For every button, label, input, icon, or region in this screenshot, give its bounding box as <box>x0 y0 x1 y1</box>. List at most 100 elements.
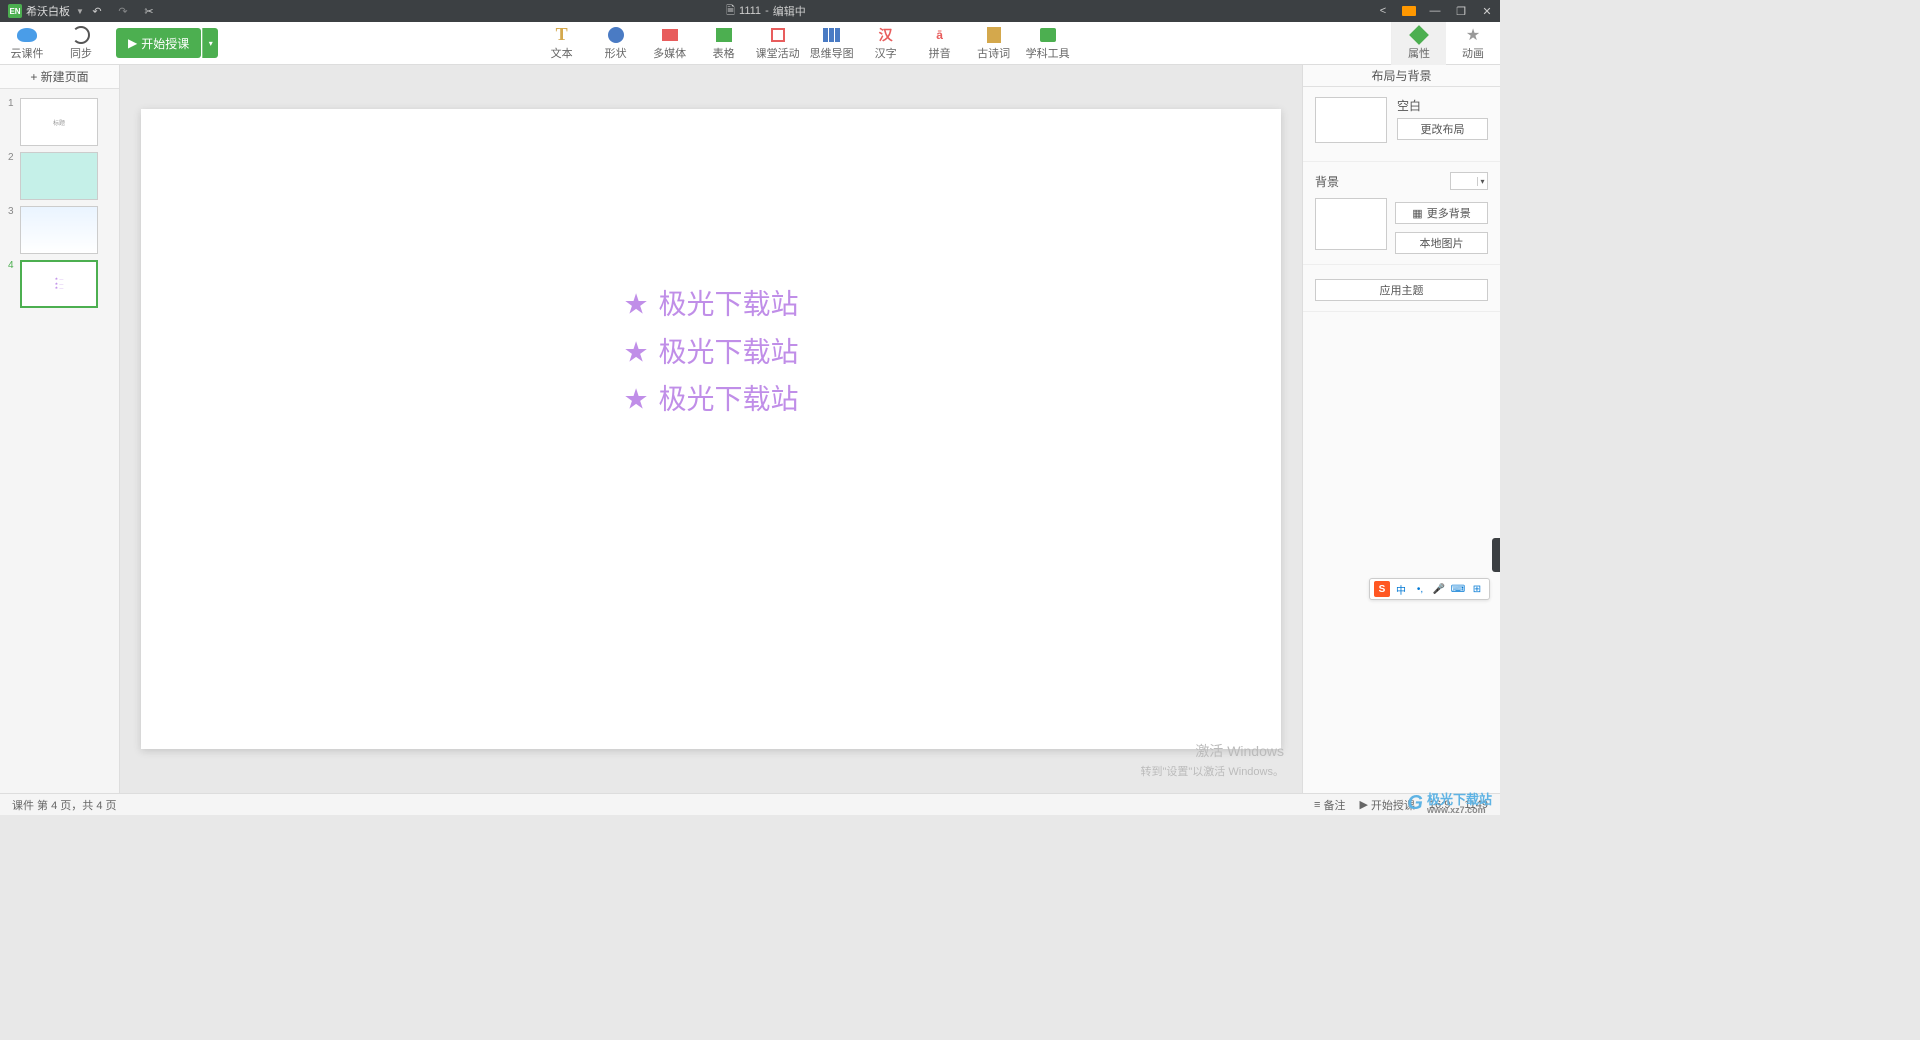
main-area: + 新建页面 1 标题 2 3 4 ★ —★ —★ — ★ <box>0 65 1500 793</box>
table-tool[interactable]: 表格 <box>697 22 751 65</box>
layout-name: 空白 <box>1397 97 1488 114</box>
mindmap-icon <box>823 28 841 42</box>
mindmap-label: 思维导图 <box>810 45 854 61</box>
properties-tab[interactable]: 属性 <box>1392 22 1446 65</box>
brand-name: 极光下载站 <box>1427 793 1492 806</box>
slide-preview <box>20 206 98 254</box>
slide-list: 1 标题 2 3 4 ★ —★ —★ — <box>0 89 119 793</box>
plus-icon: + <box>30 70 40 84</box>
hanzi-icon: 汉 <box>876 26 896 44</box>
sync-label: 同步 <box>70 45 92 61</box>
layout-section: 空白 更改布局 <box>1303 87 1500 162</box>
slide-canvas[interactable]: ★极光下载站 ★极光下载站 ★极光下载站 <box>141 109 1281 749</box>
slide-thumbnail-2[interactable]: 2 <box>0 149 119 203</box>
animation-icon: ★ <box>1463 26 1483 44</box>
new-page-button[interactable]: + 新建页面 <box>0 65 119 89</box>
chevron-down-icon: ▾ <box>1477 177 1487 186</box>
table-label: 表格 <box>713 45 735 61</box>
background-label: 背景 <box>1315 173 1339 190</box>
slide-preview <box>20 152 98 200</box>
text-tool[interactable]: T文本 <box>535 22 589 65</box>
animation-tab[interactable]: ★动画 <box>1446 22 1500 65</box>
shape-icon <box>608 27 624 43</box>
subject-tool[interactable]: 学科工具 <box>1021 22 1075 65</box>
media-icon <box>662 29 678 41</box>
app-name: 希沃白板 <box>26 3 70 19</box>
windows-activation-watermark-text: 转到"设置"以激活 Windows。 <box>1141 763 1285 779</box>
slide-number: 4 <box>8 260 16 271</box>
start-class-button[interactable]: ▶ 开始授课 <box>116 28 201 58</box>
titlebar: EN 希沃白板 ▼ ↶ ↷ ✂ 🗎 1111 - 编辑中 < — ❐ ✕ <box>0 0 1500 22</box>
toolbar: 云课件 同步 ▶ 开始授课 ▾ T文本 形状 多媒体 表格 课堂活动 思维导图 … <box>0 22 1500 65</box>
poem-icon <box>987 27 1001 43</box>
undo-button[interactable]: ↶ <box>84 0 110 22</box>
share-icon[interactable]: < <box>1370 0 1396 22</box>
ime-keyboard-icon[interactable]: ⌨ <box>1450 581 1466 597</box>
canvas-text-block[interactable]: ★极光下载站 ★极光下载站 ★极光下载站 <box>623 281 798 424</box>
slide-panel: + 新建页面 1 标题 2 3 4 ★ —★ —★ — <box>0 65 120 793</box>
slide-number: 2 <box>8 152 16 163</box>
document-status-sep: - <box>765 5 769 17</box>
ime-language[interactable]: 中 <box>1393 581 1409 597</box>
background-color-picker[interactable]: ▾ <box>1450 172 1488 190</box>
cloud-courseware-button[interactable]: 云课件 <box>0 22 54 65</box>
poem-tool[interactable]: 古诗词 <box>967 22 1021 65</box>
properties-icon <box>1409 25 1429 45</box>
play-icon: ▶ <box>1359 798 1367 811</box>
ime-logo-icon[interactable]: S <box>1374 581 1390 597</box>
maximize-button[interactable]: ❐ <box>1448 0 1474 22</box>
change-layout-button[interactable]: 更改布局 <box>1397 118 1488 140</box>
mail-icon[interactable] <box>1396 0 1422 22</box>
apply-theme-button[interactable]: 应用主题 <box>1315 279 1488 301</box>
pinyin-tool[interactable]: ā拼音 <box>913 22 967 65</box>
activity-icon <box>771 28 785 42</box>
bullet-line-1: ★极光下载站 <box>623 281 798 329</box>
ime-settings-icon[interactable]: ⊞ <box>1469 581 1485 597</box>
ime-mic-icon[interactable]: 🎤 <box>1431 581 1447 597</box>
slide-preview: 标题 <box>20 98 98 146</box>
document-icon: 🗎 <box>726 2 735 21</box>
star-bullet-icon: ★ <box>623 289 648 320</box>
local-image-button[interactable]: 本地图片 <box>1395 232 1488 254</box>
slide-thumbnail-4[interactable]: 4 ★ —★ —★ — <box>0 257 119 311</box>
hanzi-label: 汉字 <box>875 45 897 61</box>
minimize-button[interactable]: — <box>1422 0 1448 22</box>
start-class-dropdown[interactable]: ▾ <box>202 28 218 58</box>
text-label: 文本 <box>551 45 573 61</box>
star-bullet-icon: ★ <box>623 384 648 415</box>
sync-button[interactable]: 同步 <box>54 22 108 65</box>
slide-preview: ★ —★ —★ — <box>20 260 98 308</box>
slide-thumbnail-3[interactable]: 3 <box>0 203 119 257</box>
edge-collapse-tab[interactable] <box>1492 538 1500 572</box>
media-tool[interactable]: 多媒体 <box>643 22 697 65</box>
slide-thumbnail-1[interactable]: 1 标题 <box>0 95 119 149</box>
cut-button[interactable]: ✂ <box>136 0 162 22</box>
close-button[interactable]: ✕ <box>1474 0 1500 22</box>
mindmap-tool[interactable]: 思维导图 <box>805 22 859 65</box>
new-page-label: 新建页面 <box>41 68 89 85</box>
ime-toolbar[interactable]: S 中 •, 🎤 ⌨ ⊞ <box>1369 578 1490 600</box>
activity-tool[interactable]: 课堂活动 <box>751 22 805 65</box>
shape-tool[interactable]: 形状 <box>589 22 643 65</box>
notes-button[interactable]: ≡备注 <box>1314 797 1345 813</box>
start-class-label: 开始授课 <box>141 35 189 52</box>
brand-watermark: G 极光下载站 www.xz7.com <box>1407 792 1492 815</box>
cloud-label: 云课件 <box>11 45 44 61</box>
shape-label: 形状 <box>605 45 627 61</box>
bullet-line-3: ★极光下载站 <box>623 376 798 424</box>
image-icon: ▦ <box>1412 207 1422 220</box>
hanzi-tool[interactable]: 汉汉字 <box>859 22 913 65</box>
sync-icon <box>72 26 90 44</box>
pinyin-label: 拼音 <box>929 45 951 61</box>
more-backgrounds-button[interactable]: ▦更多背景 <box>1395 202 1488 224</box>
star-bullet-icon: ★ <box>623 336 648 367</box>
notes-icon: ≡ <box>1314 799 1320 811</box>
bullet-line-2: ★极光下载站 <box>623 328 798 376</box>
theme-section: 应用主题 <box>1303 265 1500 312</box>
redo-button[interactable]: ↷ <box>110 0 136 22</box>
ime-punct-icon[interactable]: •, <box>1412 581 1428 597</box>
slide-number: 3 <box>8 206 16 217</box>
table-icon <box>716 28 732 42</box>
app-menu-dropdown[interactable]: ▼ <box>76 7 84 16</box>
poem-label: 古诗词 <box>977 45 1010 61</box>
